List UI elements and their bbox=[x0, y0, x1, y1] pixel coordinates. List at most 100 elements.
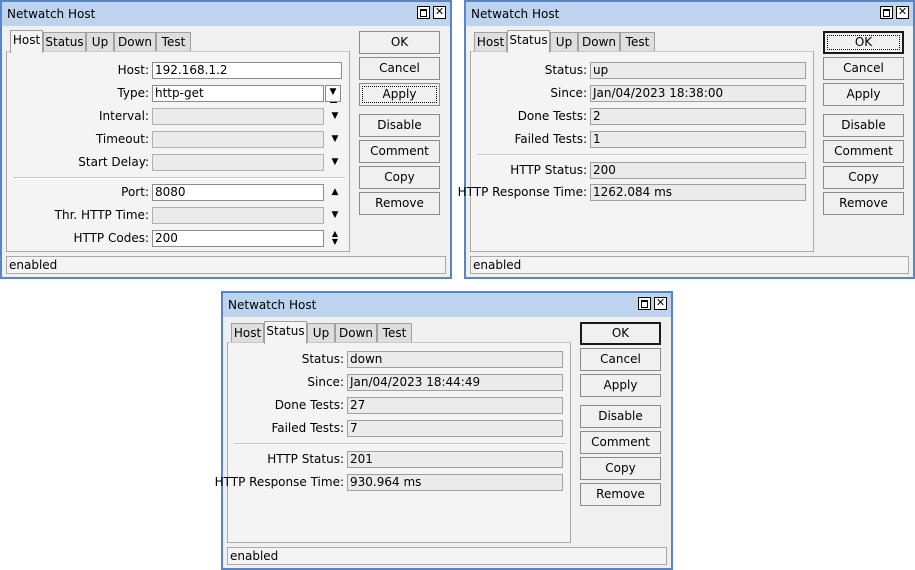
failed-tests-value: 7 bbox=[347, 420, 563, 437]
thr-http-time-input[interactable] bbox=[152, 207, 324, 224]
tab-host[interactable]: Host bbox=[474, 32, 507, 52]
ok-button[interactable]: OK bbox=[823, 31, 904, 54]
maximize-icon[interactable] bbox=[880, 6, 893, 19]
type-label: Type: bbox=[117, 86, 149, 100]
close-icon[interactable]: ✕ bbox=[654, 297, 667, 310]
done-tests-value: 27 bbox=[347, 397, 563, 414]
apply-button[interactable]: Apply bbox=[580, 374, 661, 397]
tab-status[interactable]: Status bbox=[507, 30, 550, 53]
disable-button[interactable]: Disable bbox=[359, 114, 440, 137]
window-title: Netwatch Host bbox=[7, 7, 96, 21]
http-status-row: HTTP Status: 200 bbox=[471, 162, 813, 179]
copy-button[interactable]: Copy bbox=[823, 166, 904, 189]
failed-tests-label: Failed Tests: bbox=[514, 132, 587, 146]
http-status-value: 201 bbox=[347, 451, 563, 468]
interval-input[interactable] bbox=[152, 108, 324, 125]
remove-button[interactable]: Remove bbox=[823, 192, 904, 215]
tab-host[interactable]: Host bbox=[231, 323, 264, 343]
comment-button[interactable]: Comment bbox=[823, 140, 904, 163]
spinner-icon[interactable]: ▲ ▼ bbox=[327, 230, 343, 247]
tab-status[interactable]: Status bbox=[43, 32, 86, 52]
status-label: Status: bbox=[301, 352, 344, 366]
tab-up[interactable]: Up bbox=[550, 32, 578, 52]
status-value: down bbox=[347, 351, 563, 368]
interval-row: Interval: ▼ bbox=[7, 108, 349, 125]
http-codes-input[interactable]: 200 bbox=[152, 230, 324, 247]
since-value: Jan/04/2023 18:44:49 bbox=[347, 374, 563, 391]
http-response-time-row: HTTP Response Time: 1262.084 ms bbox=[458, 184, 813, 201]
remove-button[interactable]: Remove bbox=[359, 192, 440, 215]
done-tests-row: Done Tests: 2 bbox=[471, 108, 813, 125]
start-delay-label: Start Delay: bbox=[78, 155, 149, 169]
thr-http-time-label: Thr. HTTP Time: bbox=[54, 208, 149, 222]
separator bbox=[477, 154, 809, 156]
dropdown-arrow-icon[interactable]: ▼ bbox=[327, 131, 343, 148]
copy-button[interactable]: Copy bbox=[580, 457, 661, 480]
dropdown-arrow-icon[interactable]: ▼ bbox=[327, 108, 343, 125]
tab-down[interactable]: Down bbox=[335, 323, 377, 343]
separator bbox=[13, 177, 345, 179]
http-status-label: HTTP Status: bbox=[267, 452, 344, 466]
tab-status[interactable]: Status bbox=[264, 321, 307, 344]
apply-button[interactable]: Apply bbox=[359, 83, 440, 106]
separator bbox=[234, 443, 566, 445]
maximize-icon[interactable] bbox=[417, 6, 430, 19]
timeout-input[interactable] bbox=[152, 131, 324, 148]
done-tests-row: Done Tests: 27 bbox=[228, 397, 570, 414]
http-response-time-row: HTTP Response Time: 930.964 ms bbox=[215, 474, 570, 491]
tab-down[interactable]: Down bbox=[114, 32, 156, 52]
tab-test[interactable]: Test bbox=[377, 323, 412, 343]
netwatch-host-window-host-tab: Netwatch Host ✕ Host Status Up Down Test… bbox=[0, 0, 452, 279]
comment-button[interactable]: Comment bbox=[359, 140, 440, 163]
timeout-label: Timeout: bbox=[95, 132, 149, 146]
host-input[interactable]: 192.168.1.2 bbox=[152, 62, 342, 79]
cancel-button[interactable]: Cancel bbox=[359, 57, 440, 80]
failed-tests-label: Failed Tests: bbox=[271, 421, 344, 435]
failed-tests-row: Failed Tests: 7 bbox=[228, 420, 570, 437]
title-bar[interactable]: Netwatch Host ✕ bbox=[466, 2, 913, 26]
failed-tests-row: Failed Tests: 1 bbox=[471, 131, 813, 148]
dropdown-arrow-icon[interactable]: ▼ bbox=[327, 207, 343, 224]
spin-up-icon[interactable]: ▲ bbox=[327, 184, 343, 201]
port-input[interactable]: 8080 bbox=[152, 184, 324, 201]
dropdown-arrow-icon[interactable]: ▼ bbox=[327, 154, 343, 171]
done-tests-label: Done Tests: bbox=[274, 398, 344, 412]
status-bar: enabled bbox=[470, 256, 909, 274]
http-response-time-label: HTTP Response Time: bbox=[457, 185, 587, 199]
done-tests-label: Done Tests: bbox=[517, 109, 587, 123]
copy-button[interactable]: Copy bbox=[359, 166, 440, 189]
title-bar[interactable]: Netwatch Host ✕ bbox=[2, 2, 450, 26]
apply-button[interactable]: Apply bbox=[823, 83, 904, 106]
combo-dropdown-icon[interactable]: ▼ bbox=[325, 85, 341, 103]
remove-button[interactable]: Remove bbox=[580, 483, 661, 506]
tab-host[interactable]: Host bbox=[10, 30, 43, 53]
disable-button[interactable]: Disable bbox=[580, 405, 661, 428]
start-delay-input[interactable] bbox=[152, 154, 324, 171]
maximize-icon[interactable] bbox=[638, 297, 651, 310]
status-panel: Status: up Since: Jan/04/2023 18:38:00 D… bbox=[458, 51, 814, 252]
tab-test[interactable]: Test bbox=[620, 32, 655, 52]
ok-button[interactable]: OK bbox=[580, 322, 661, 345]
since-label: Since: bbox=[550, 86, 587, 100]
cancel-button[interactable]: Cancel bbox=[580, 348, 661, 371]
tab-down[interactable]: Down bbox=[578, 32, 620, 52]
comment-button[interactable]: Comment bbox=[580, 431, 661, 454]
status-panel: Status: down Since: Jan/04/2023 18:44:49… bbox=[215, 342, 571, 543]
done-tests-value: 2 bbox=[590, 108, 806, 125]
cancel-button[interactable]: Cancel bbox=[823, 57, 904, 80]
tab-up[interactable]: Up bbox=[86, 32, 114, 52]
close-icon[interactable]: ✕ bbox=[896, 6, 909, 19]
status-row: Status: up bbox=[471, 62, 813, 79]
disable-button[interactable]: Disable bbox=[823, 114, 904, 137]
http-codes-label: HTTP Codes: bbox=[73, 231, 149, 245]
ok-button[interactable]: OK bbox=[359, 31, 440, 54]
title-bar[interactable]: Netwatch Host ✕ bbox=[223, 293, 671, 317]
http-status-label: HTTP Status: bbox=[510, 163, 587, 177]
close-icon[interactable]: ✕ bbox=[433, 6, 446, 19]
http-response-time-value: 930.964 ms bbox=[347, 474, 563, 491]
port-row: Port: 8080 ▲ bbox=[7, 184, 349, 201]
tab-up[interactable]: Up bbox=[307, 323, 335, 343]
status-row: Status: down bbox=[228, 351, 570, 368]
tab-test[interactable]: Test bbox=[156, 32, 191, 52]
type-select[interactable]: http-get bbox=[152, 85, 324, 102]
